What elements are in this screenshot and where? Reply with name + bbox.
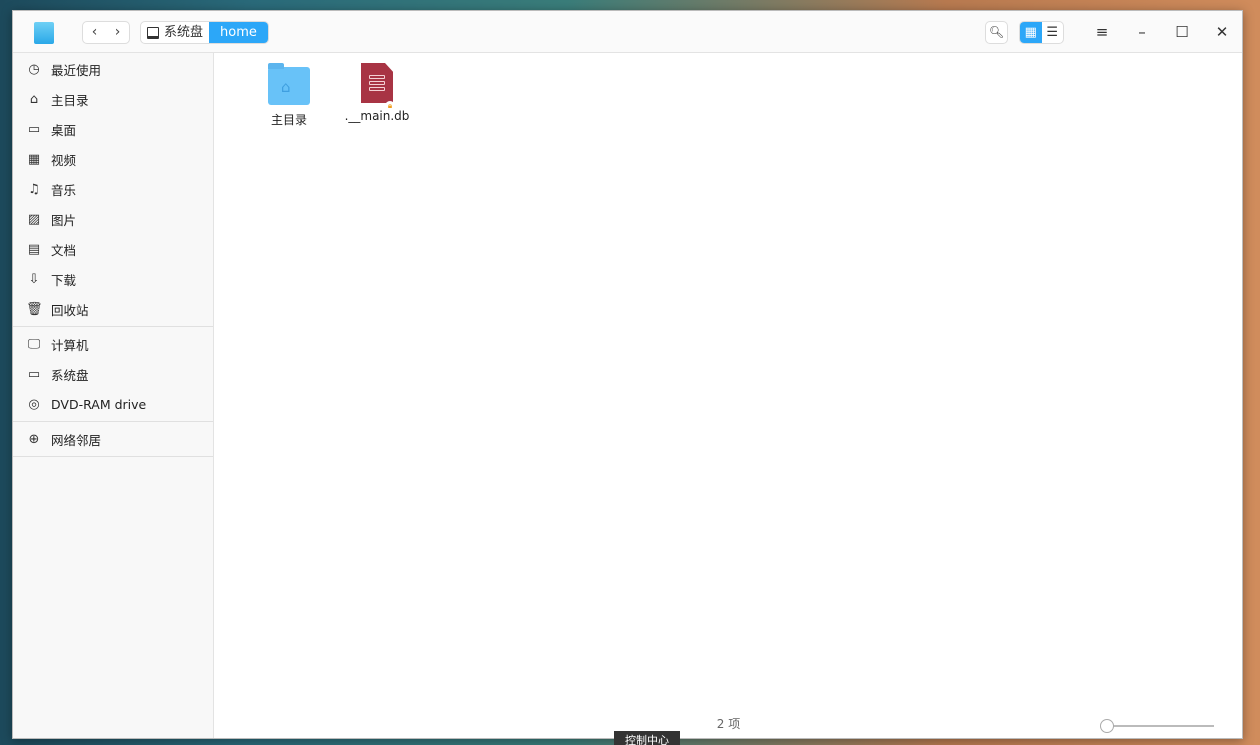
status-bar: 2 项 <box>215 710 1242 738</box>
sidebar-item-music[interactable]: ♫ 音乐 <box>13 174 213 204</box>
sidebar-item-label: 下载 <box>51 272 77 288</box>
sidebar-item-label: 文档 <box>51 242 77 258</box>
sidebar-item-downloads[interactable]: ⇩ 下载 <box>13 264 213 294</box>
trash-icon: 🗑︎ <box>26 301 43 317</box>
lock-icon: 🔒︎ <box>385 101 395 111</box>
music-icon: ♫ <box>28 181 40 197</box>
icon-view-button[interactable]: ▦ <box>1020 22 1042 43</box>
view-switcher: ▦ ☰ <box>1019 21 1064 44</box>
sidebar-item-videos[interactable]: ▦ 视频 <box>13 144 213 174</box>
disk-icon: ▭ <box>27 366 41 382</box>
file-item-main-db[interactable]: 🔒︎ .__main.db <box>337 63 417 123</box>
forward-button[interactable]: › <box>106 22 129 43</box>
picture-icon: ▨ <box>27 211 41 227</box>
sidebar-item-dvd[interactable]: ◎ DVD-RAM drive <box>13 389 213 419</box>
sidebar-item-label: 回收站 <box>51 302 89 318</box>
sidebar-item-pictures[interactable]: ▨ 图片 <box>13 204 213 234</box>
sidebar-item-label: 音乐 <box>51 182 77 198</box>
file-view: ⌂ 主目录 🔒︎ .__main.db <box>215 53 1242 738</box>
file-item-home-folder[interactable]: ⌂ 主目录 <box>249 63 329 128</box>
maximize-button[interactable]: ☐ <box>1167 21 1197 44</box>
icon-size-slider[interactable] <box>1100 719 1214 733</box>
sidebar-item-label: 最近使用 <box>51 62 102 78</box>
sidebar: ◷ 最近使用 ⌂ 主目录 ▭ 桌面 ▦ 视频 ♫ 音乐 ▨ 图片 ▤ 文档 ⇩ 下载 🗑︎ 回收站… <box>13 53 214 738</box>
breadcrumb-home[interactable]: home <box>209 22 268 43</box>
folder-icon: ⌂ <box>268 63 310 105</box>
computer-icon: 🖵︎ <box>27 336 41 352</box>
breadcrumb: 系统盘 home <box>140 21 269 44</box>
sidebar-item-computer[interactable]: 🖵︎ 计算机 <box>13 329 213 359</box>
sidebar-item-label: 桌面 <box>51 122 77 138</box>
sidebar-item-label: 视频 <box>51 152 77 168</box>
sidebar-item-desktop[interactable]: ▭ 桌面 <box>13 114 213 144</box>
list-view-button[interactable]: ☰ <box>1042 22 1064 43</box>
sidebar-item-label: 网络邻居 <box>51 432 102 448</box>
sidebar-item-documents[interactable]: ▤ 文档 <box>13 234 213 264</box>
search-icon: 🔍︎ <box>988 25 1005 39</box>
sidebar-item-label: 系统盘 <box>51 367 89 383</box>
file-name: .__main.db <box>344 109 410 123</box>
disk-icon <box>147 26 159 39</box>
sidebar-item-label: DVD-RAM drive <box>51 396 147 412</box>
network-icon: ⊕ <box>28 431 40 447</box>
slider-handle[interactable] <box>1100 719 1114 733</box>
close-button[interactable]: ✕ <box>1207 21 1237 44</box>
titlebar: ‹ › 系统盘 home 🔍︎ ▦ ☰ ≡ – ☐ ✕ <box>13 11 1242 53</box>
app-icon <box>34 22 54 44</box>
clock-icon: ◷ <box>28 61 40 77</box>
back-button[interactable]: ‹ <box>83 22 106 43</box>
sidebar-item-network[interactable]: ⊕ 网络邻居 <box>13 424 213 454</box>
divider <box>13 326 213 327</box>
menu-button[interactable]: ≡ <box>1087 21 1117 44</box>
sidebar-item-label: 主目录 <box>51 92 89 108</box>
sidebar-item-recent[interactable]: ◷ 最近使用 <box>13 54 213 84</box>
minimize-button[interactable]: – <box>1127 21 1157 44</box>
database-file-icon <box>361 63 393 103</box>
download-icon: ⇩ <box>28 271 40 287</box>
document-icon: ▤ <box>27 241 41 257</box>
home-icon: ⌂ <box>29 91 39 107</box>
breadcrumb-label: 系统盘 <box>164 25 204 40</box>
sidebar-item-system-disk[interactable]: ▭ 系统盘 <box>13 359 213 389</box>
item-count: 2 项 <box>716 717 741 731</box>
file-manager-window: ‹ › 系统盘 home 🔍︎ ▦ ☰ ≡ – ☐ ✕ ◷ 最近使用 ⌂ 主目录 ▭… <box>12 10 1243 739</box>
sidebar-item-home[interactable]: ⌂ 主目录 <box>13 84 213 114</box>
disc-icon: ◎ <box>28 396 40 412</box>
taskbar-tooltip: 控制中心 <box>614 731 680 745</box>
divider <box>13 456 213 457</box>
file-name: 主目录 <box>270 113 307 127</box>
sidebar-item-trash[interactable]: 🗑︎ 回收站 <box>13 294 213 324</box>
sidebar-item-label: 计算机 <box>51 337 89 353</box>
video-icon: ▦ <box>27 151 41 167</box>
history-nav: ‹ › <box>82 21 130 44</box>
search-button[interactable]: 🔍︎ <box>985 21 1008 44</box>
sidebar-item-label: 图片 <box>51 212 77 228</box>
breadcrumb-system-disk[interactable]: 系统盘 <box>141 22 209 43</box>
divider <box>13 421 213 422</box>
desktop-icon: ▭ <box>27 121 41 137</box>
